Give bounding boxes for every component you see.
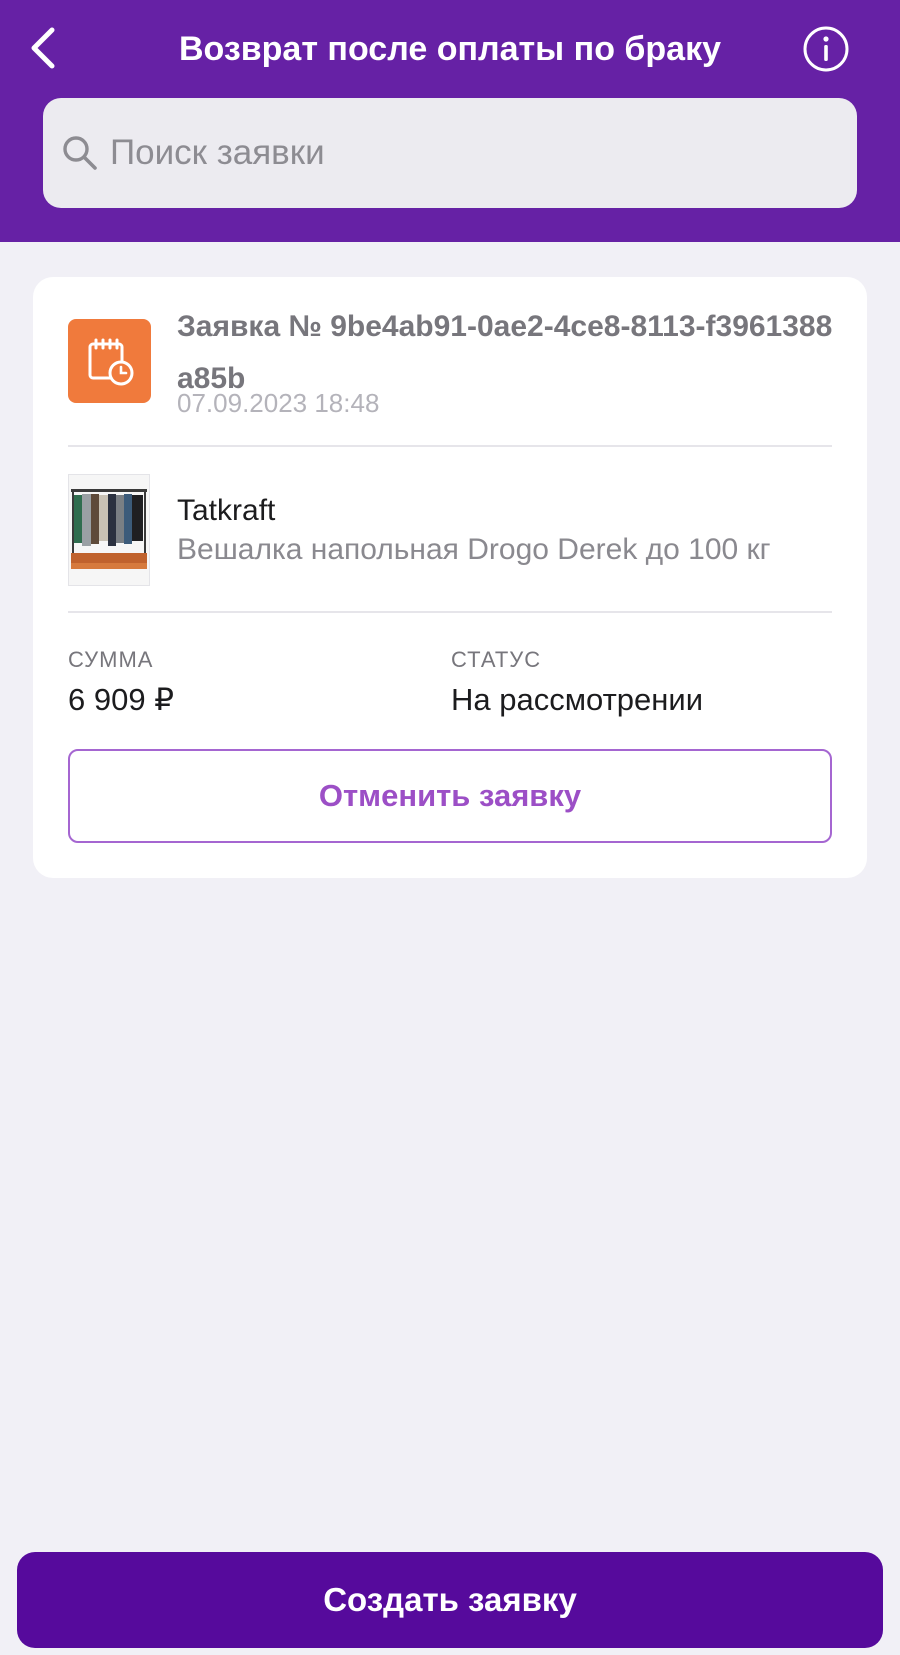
product-name: Вешалка напольная Drogo Derek до 100 кг bbox=[177, 533, 771, 566]
back-button[interactable] bbox=[20, 22, 66, 74]
divider bbox=[68, 445, 832, 447]
status-value: На рассмотрении bbox=[451, 682, 704, 717]
request-date: 07.09.2023 18:48 bbox=[177, 388, 380, 418]
calendar-clock-icon bbox=[68, 319, 151, 403]
page-title: Возврат после оплаты по браку bbox=[178, 30, 722, 68]
product-brand: Tatkraft bbox=[177, 494, 276, 527]
chevron-left-icon bbox=[31, 27, 55, 69]
divider bbox=[68, 611, 832, 613]
amount-value: 6 909 ₽ bbox=[68, 682, 174, 717]
create-request-button[interactable]: Создать заявку bbox=[17, 1552, 883, 1648]
info-icon bbox=[803, 26, 849, 72]
request-card[interactable]: Заявка № 9be4ab91-0ae2-4ce8-8113-f396138… bbox=[33, 277, 867, 878]
info-button[interactable] bbox=[801, 24, 851, 74]
status-label: СТАТУС bbox=[451, 647, 542, 672]
amount-label: СУММА bbox=[68, 647, 154, 672]
search-input[interactable] bbox=[110, 123, 810, 183]
product-image bbox=[68, 474, 150, 586]
search-bar[interactable] bbox=[43, 98, 857, 208]
cancel-request-button[interactable]: Отменить заявку bbox=[68, 749, 832, 843]
top-bar: Возврат после оплаты по браку bbox=[0, 0, 900, 242]
search-icon bbox=[60, 133, 100, 173]
